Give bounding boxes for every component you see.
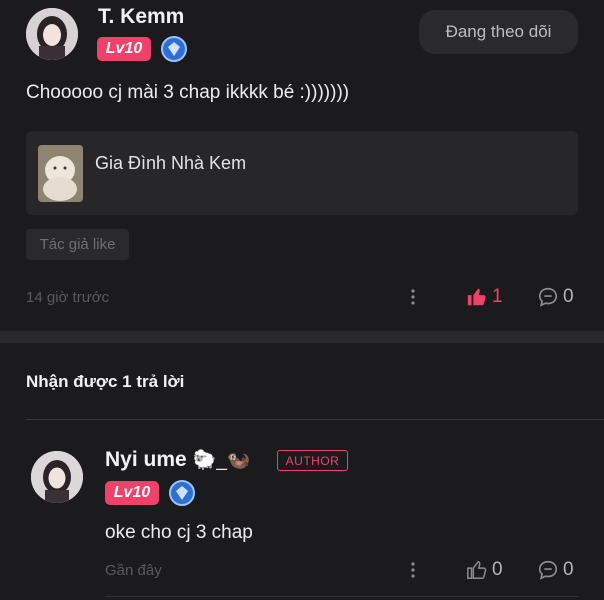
reply-avatar[interactable]	[31, 451, 83, 503]
reply-like-count: 0	[492, 559, 503, 580]
reply-like-button[interactable]: 0	[466, 559, 503, 581]
replies-header: Nhận được 1 trả lời	[26, 372, 185, 391]
level-badge: Lv10	[97, 37, 151, 61]
avatar[interactable]	[26, 8, 78, 60]
group-card[interactable]: Gia Đình Nhà Kem	[26, 131, 578, 215]
reply-button[interactable]: 0	[537, 286, 574, 308]
thumb-up-icon	[467, 288, 486, 306]
bottom-divider	[105, 596, 578, 597]
reply-level-badge: Lv10	[105, 481, 159, 505]
reply-count: 0	[563, 286, 574, 307]
reply-timestamp: Gần đây	[105, 562, 162, 579]
reply-more-icon[interactable]	[409, 560, 417, 584]
group-name: Gia Đình Nhà Kem	[95, 153, 247, 173]
username-emoji: 🐑_🦦	[192, 450, 251, 471]
comment-icon	[538, 560, 558, 580]
group-thumbnail	[38, 145, 83, 202]
follow-button[interactable]: Đang theo dõi	[419, 10, 578, 54]
thumb-up-icon	[467, 561, 487, 579]
comment-icon	[538, 287, 558, 307]
author-badge: AUTHOR	[277, 450, 348, 471]
reply-reply-button[interactable]: 0	[537, 559, 574, 581]
like-button[interactable]: 1	[466, 286, 503, 308]
shield-icon	[161, 36, 187, 62]
timestamp: 14 giờ trước	[26, 289, 110, 306]
reply-username[interactable]: Nyi ume	[105, 448, 187, 472]
username[interactable]: T. Kemm	[98, 5, 184, 29]
reply-user-row: Nyi ume 🐑_🦦	[105, 448, 251, 472]
section-divider	[0, 331, 604, 343]
author-like-tag: Tác giả like	[26, 229, 129, 260]
reply-reply-count: 0	[563, 559, 574, 580]
reply-text: oke cho cj 3 chap	[105, 522, 253, 543]
divider	[26, 419, 604, 420]
reply-shield-icon	[169, 480, 195, 506]
like-count: 1	[492, 286, 503, 307]
comment-text: Chooooo cj mài 3 chap ikkkk bé :)))))))	[26, 82, 350, 103]
more-icon[interactable]	[409, 287, 417, 311]
